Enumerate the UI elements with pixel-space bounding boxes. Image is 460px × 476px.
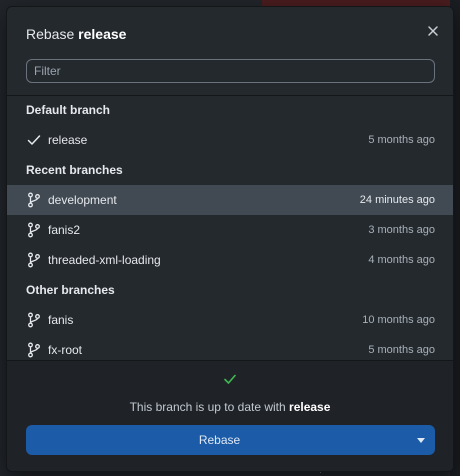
group-header: Other branches	[26, 283, 115, 297]
branch-time: 5 months ago	[368, 344, 435, 356]
git-branch-icon	[27, 192, 41, 208]
check-icon	[27, 132, 41, 148]
rebase-options-dropdown[interactable]	[413, 425, 429, 455]
dialog-title: Rebase release	[26, 26, 126, 42]
filter-input[interactable]	[26, 59, 435, 83]
git-branch-icon	[27, 312, 41, 328]
branch-item-development[interactable]: development 24 minutes ago	[7, 185, 453, 215]
dialog-title-prefix: Rebase	[26, 26, 75, 42]
dialog-title-branch: release	[78, 26, 127, 42]
branch-time: 4 months ago	[368, 254, 435, 266]
chevron-down-icon	[417, 437, 425, 443]
branch-name: threaded-xml-loading	[48, 253, 161, 267]
branch-time: 10 months ago	[362, 314, 435, 326]
group-header: Default branch	[26, 103, 111, 117]
branch-item-fanis2[interactable]: fanis2 3 months ago	[7, 215, 453, 245]
rebase-button[interactable]: Rebase	[26, 425, 435, 455]
rebase-button-label: Rebase	[198, 433, 241, 447]
close-button[interactable]	[423, 21, 443, 41]
rebase-dialog: Rebase release Default branch release 5 mo…	[6, 6, 454, 472]
status-branch: release	[289, 400, 331, 414]
branch-time: 24 minutes ago	[359, 194, 435, 206]
branch-name: fanis2	[48, 223, 81, 237]
branch-name: development	[48, 193, 117, 207]
branch-time: 5 months ago	[368, 134, 435, 146]
branch-list[interactable]: Default branch release 5 months ago Recent …	[7, 95, 453, 362]
branch-name: fanis	[48, 313, 74, 327]
git-branch-icon	[27, 342, 41, 358]
dialog-footer: This branch is up to date with release R…	[7, 360, 453, 471]
status-prefix: This branch is up to date with	[129, 400, 286, 414]
git-branch-icon	[27, 252, 41, 268]
success-check-icon	[224, 374, 236, 384]
close-icon	[428, 26, 438, 36]
branch-item-fx-root[interactable]: fx-root 5 months ago	[7, 335, 453, 362]
branch-item-release[interactable]: release 5 months ago	[7, 125, 453, 155]
branch-time: 3 months ago	[368, 224, 435, 236]
status-message: This branch is up to date with release	[7, 400, 453, 414]
branch-item-threaded-xml-loading[interactable]: threaded-xml-loading 4 months ago	[7, 245, 453, 275]
group-header: Recent branches	[26, 163, 123, 177]
git-branch-icon	[27, 222, 41, 238]
branch-name: release	[48, 133, 88, 147]
branch-name: fx-root	[48, 343, 83, 357]
branch-item-fanis[interactable]: fanis 10 months ago	[7, 305, 453, 335]
